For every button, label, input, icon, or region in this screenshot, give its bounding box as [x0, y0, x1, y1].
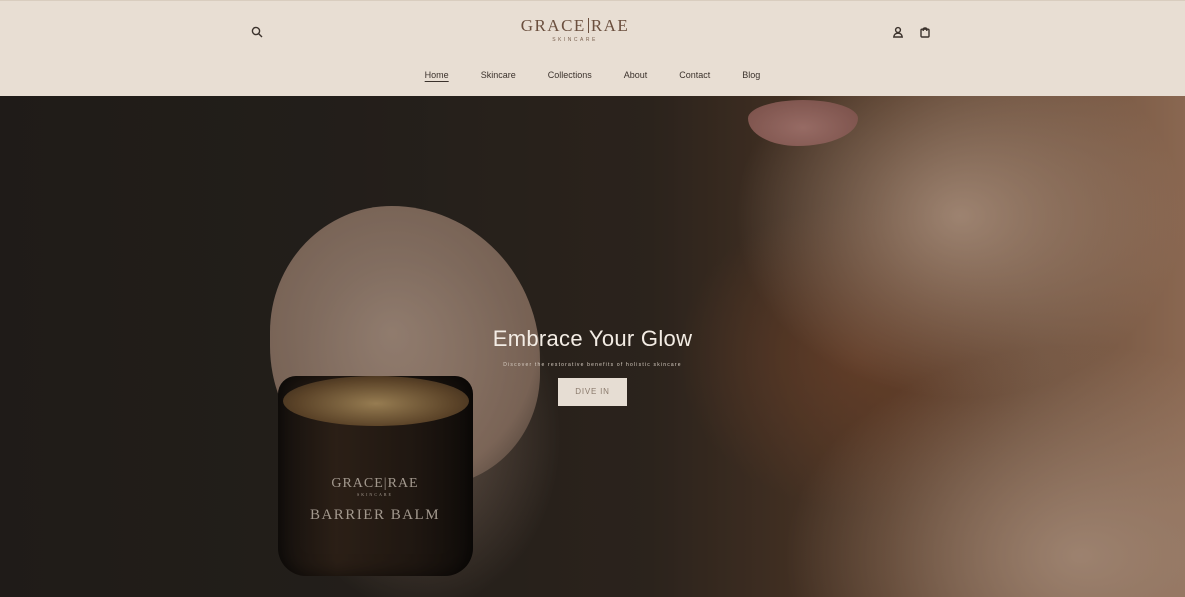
- logo-subtitle: SKINCARE: [552, 37, 598, 43]
- logo-text-left: GRACE: [520, 16, 586, 35]
- user-icon: [893, 26, 903, 38]
- hero-banner: GRACE|RAE SKINCARE BARRIER BALM Embrace …: [0, 96, 1185, 597]
- nav-item-skincare[interactable]: Skincare: [481, 67, 516, 85]
- hero-content: Embrace Your Glow Discover the restorati…: [0, 324, 1185, 406]
- main-nav: Home Skincare Collections About Contact …: [0, 67, 1185, 85]
- nav-item-collections[interactable]: Collections: [548, 67, 592, 85]
- bag-icon: [920, 27, 930, 38]
- site-header: GRACE RAE SKINCARE Home Skincare Collecti…: [0, 0, 1185, 96]
- nav-item-contact[interactable]: Contact: [679, 67, 710, 85]
- logo-wordmark: GRACE RAE: [500, 15, 650, 37]
- nav-item-home[interactable]: Home: [425, 67, 449, 85]
- nav-item-blog[interactable]: Blog: [742, 67, 760, 85]
- search-icon: [251, 26, 263, 38]
- hero-subtitle: Discover the restorative benefits of hol…: [503, 362, 682, 368]
- dive-in-button[interactable]: DIVE IN: [558, 378, 627, 406]
- page: GRACE RAE SKINCARE Home Skincare Collecti…: [0, 0, 1185, 597]
- account-button[interactable]: [888, 22, 908, 42]
- search-button[interactable]: [247, 22, 267, 42]
- logo[interactable]: GRACE RAE SKINCARE: [500, 15, 650, 49]
- nav-item-about[interactable]: About: [624, 67, 648, 85]
- logo-text-right: RAE: [590, 16, 630, 35]
- hero-title: Embrace Your Glow: [492, 326, 693, 351]
- logo-divider: [587, 18, 589, 33]
- cart-button[interactable]: [915, 22, 935, 42]
